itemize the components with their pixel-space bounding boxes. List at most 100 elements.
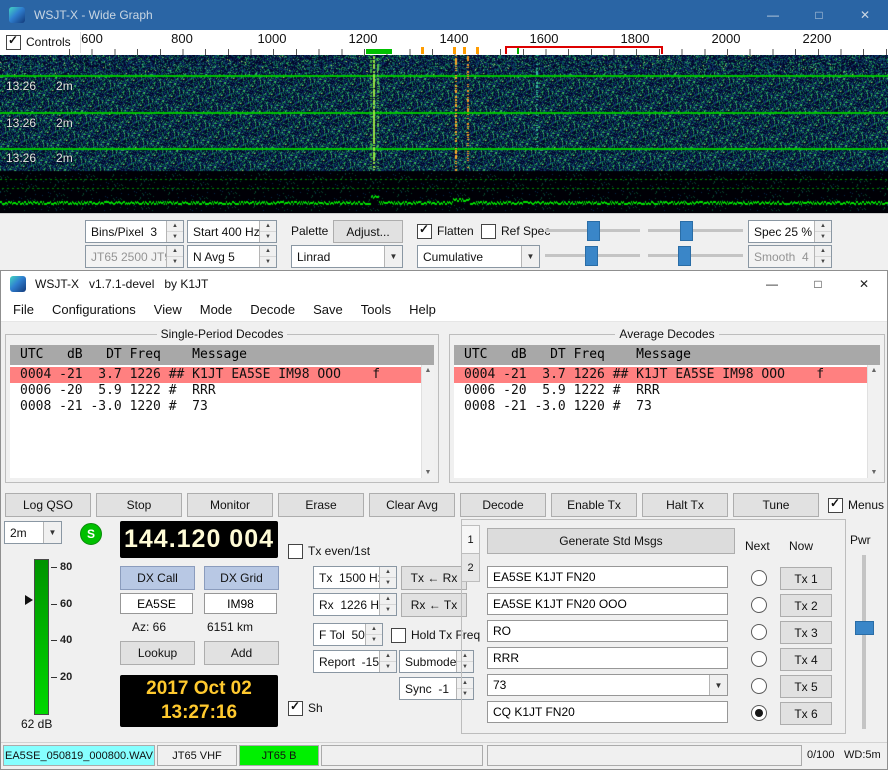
close-icon[interactable]: ✕ — [842, 0, 888, 30]
palette-combo[interactable]: Linrad ▼ — [291, 245, 403, 268]
slider-handle[interactable] — [585, 246, 598, 266]
start-freq-spinner[interactable]: Start 400 Hz ▲▼ — [187, 220, 277, 243]
scroll-down-icon[interactable]: ▼ — [871, 469, 878, 476]
slider-handle[interactable] — [678, 246, 691, 266]
slider-handle[interactable] — [587, 221, 600, 241]
tx-select-radio-4[interactable] — [751, 651, 767, 667]
decode-button[interactable]: Decode — [460, 493, 546, 517]
tx-select-radio-3[interactable] — [751, 624, 767, 640]
chevron-down-icon[interactable]: ▼ — [709, 675, 727, 695]
bins-pixel-spinner[interactable]: Bins/Pixel 3 ▲▼ — [85, 220, 184, 243]
spin-down-icon[interactable]: ▼ — [260, 256, 276, 267]
monitor-button[interactable]: Monitor — [187, 493, 273, 517]
scrollbar[interactable]: ▲ ▼ — [867, 365, 880, 478]
tab-2[interactable]: 2 — [461, 553, 480, 582]
adjust-button[interactable]: Adjust... — [333, 220, 403, 243]
close-icon[interactable]: ✕ — [841, 271, 887, 297]
tx-message-5-input[interactable] — [488, 675, 709, 695]
dx-grid-button[interactable]: DX Grid — [204, 566, 279, 590]
menu-mode[interactable]: Mode — [191, 297, 242, 321]
tx-even-checkbox[interactable]: Tx even/1st — [288, 543, 370, 559]
spin-down-icon[interactable]: ▼ — [380, 604, 396, 615]
decode-row[interactable]: 0004 -21 3.7 1226 ## K1JT EA5SE IM98 OOO… — [454, 367, 867, 383]
menu-tools[interactable]: Tools — [352, 297, 400, 321]
tx-message-5-combo[interactable]: ▼ — [487, 674, 728, 696]
menu-save[interactable]: Save — [304, 297, 352, 321]
spin-up-icon[interactable]: ▲ — [260, 221, 276, 231]
chevron-down-icon[interactable]: ▼ — [43, 522, 61, 543]
ref-spec-checkbox[interactable]: Ref Spec — [481, 223, 550, 239]
menus-checkbox[interactable]: ✓ Menus — [824, 493, 884, 517]
rx-from-tx-button[interactable]: Rx ← Tx — [401, 593, 467, 617]
tx-message-1-input[interactable] — [488, 567, 727, 587]
minimize-icon[interactable]: — — [749, 271, 795, 297]
chevron-down-icon[interactable]: ▼ — [384, 246, 402, 267]
tx-2-button[interactable]: Tx 2 — [780, 594, 832, 617]
menu-file[interactable]: File — [4, 297, 43, 321]
clear-avg-button[interactable]: Clear Avg — [369, 493, 455, 517]
controls-checkbox[interactable]: ✓ Controls — [6, 34, 71, 50]
decode-row[interactable]: 0008 -21 -3.0 1220 # 73 — [454, 399, 867, 415]
erase-button[interactable]: Erase — [278, 493, 364, 517]
waterfall-gain-slider[interactable] — [545, 220, 640, 241]
waterfall-canvas[interactable] — [0, 55, 888, 213]
spin-down-icon[interactable]: ▼ — [167, 231, 183, 242]
add-button[interactable]: Add — [204, 641, 279, 665]
tx-message-6-input[interactable] — [488, 702, 727, 722]
tx-select-radio-6[interactable] — [751, 705, 767, 721]
scroll-down-icon[interactable]: ▼ — [425, 469, 432, 476]
waterfall[interactable]: 13:26 2m 13:26 2m 13:26 2m — [0, 55, 888, 213]
chevron-down-icon[interactable]: ▼ — [521, 246, 539, 267]
spectrum-zero-slider[interactable] — [648, 245, 743, 266]
maximize-icon[interactable]: □ — [795, 271, 841, 297]
spin-down-icon[interactable]: ▼ — [366, 634, 382, 645]
dx-grid-input[interactable] — [204, 593, 277, 614]
tx-6-button[interactable]: Tx 6 — [780, 702, 832, 725]
menu-view[interactable]: View — [145, 297, 191, 321]
tx-message-3-input[interactable] — [488, 621, 727, 641]
log-qso-button[interactable]: Log QSO — [5, 493, 91, 517]
frequency-scale[interactable]: ✓ Controls 600 800 1000 1200 1400 1600 1… — [0, 30, 888, 55]
decode-row[interactable]: 0006 -20 5.9 1222 # RRR — [10, 383, 421, 399]
tx-message-2-field[interactable] — [487, 593, 728, 615]
spin-up-icon[interactable]: ▲ — [380, 567, 396, 577]
tx-message-1-field[interactable] — [487, 566, 728, 588]
halt-tx-button[interactable]: Halt Tx — [642, 493, 728, 517]
report-spinner[interactable]: Report -15 ▲▼ — [313, 650, 397, 673]
tx-4-button[interactable]: Tx 4 — [780, 648, 832, 671]
generate-std-msgs-button[interactable]: Generate Std Msgs — [487, 528, 735, 554]
spin-down-icon[interactable]: ▼ — [815, 231, 831, 242]
enable-tx-button[interactable]: Enable Tx — [551, 493, 637, 517]
tx-message-3-field[interactable] — [487, 620, 728, 642]
spin-up-icon[interactable]: ▲ — [815, 221, 831, 231]
decode-list[interactable]: 0004 -21 3.7 1226 ## K1JT EA5SE IM98 OOO… — [454, 365, 867, 478]
tx-message-4-input[interactable] — [488, 648, 727, 668]
flatten-checkbox[interactable]: ✓ Flatten — [417, 223, 474, 239]
tune-button[interactable]: Tune — [733, 493, 819, 517]
menu-decode[interactable]: Decode — [241, 297, 304, 321]
decode-row[interactable]: 0008 -21 -3.0 1220 # 73 — [10, 399, 421, 415]
tx-from-rx-button[interactable]: Tx ← Rx — [401, 566, 467, 590]
dx-call-button[interactable]: DX Call — [120, 566, 195, 590]
lookup-button[interactable]: Lookup — [120, 641, 195, 665]
spin-down-icon[interactable]: ▼ — [260, 231, 276, 242]
n-avg-spinner[interactable]: N Avg 5 ▲▼ — [187, 245, 277, 268]
spectrum-mode-combo[interactable]: Cumulative ▼ — [417, 245, 540, 268]
tx-select-radio-2[interactable] — [751, 597, 767, 613]
tx-select-radio-1[interactable] — [751, 570, 767, 586]
sh-checkbox[interactable]: ✓ Sh — [288, 700, 323, 716]
spec-percent-spinner[interactable]: Spec 25 % ▲▼ — [748, 220, 832, 243]
scroll-up-icon[interactable]: ▲ — [425, 367, 432, 374]
tx-3-button[interactable]: Tx 3 — [780, 621, 832, 644]
slider-handle[interactable] — [855, 621, 874, 635]
ftol-spinner[interactable]: F Tol 50 ▲▼ — [313, 623, 383, 646]
tx-5-button[interactable]: Tx 5 — [780, 675, 832, 698]
spin-up-icon[interactable]: ▲ — [366, 624, 382, 634]
minimize-icon[interactable]: — — [750, 0, 796, 30]
spin-down-icon[interactable]: ▼ — [380, 577, 396, 588]
tx-message-6-field[interactable] — [487, 701, 728, 723]
tab-1[interactable]: 1 — [461, 525, 480, 554]
band-combo[interactable]: 2m ▼ — [4, 521, 62, 544]
decode-row[interactable]: 0004 -21 3.7 1226 ## K1JT EA5SE IM98 OOO… — [10, 367, 421, 383]
spin-up-icon[interactable]: ▲ — [260, 246, 276, 256]
